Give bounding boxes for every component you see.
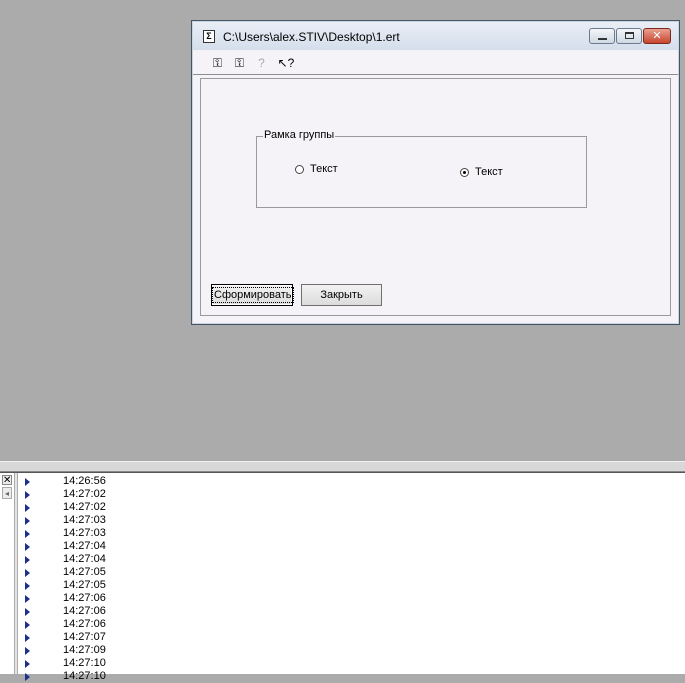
log-time: 14:27:06 <box>63 592 106 604</box>
help-page-icon[interactable]: ? <box>253 55 270 71</box>
log-time: 14:27:06 <box>63 605 106 617</box>
log-time: 14:27:06 <box>63 618 106 630</box>
log-row[interactable]: 14:27:07 <box>18 631 685 644</box>
radio-option-2[interactable]: Текст <box>460 166 503 178</box>
log-time: 14:27:02 <box>63 501 106 513</box>
log-row[interactable]: 14:27:06 <box>18 592 685 605</box>
log-row[interactable]: 14:27:04 <box>18 553 685 566</box>
log-time: 14:27:04 <box>63 540 106 552</box>
window-controls: ✕ <box>589 28 671 45</box>
row-arrow-icon <box>25 621 30 629</box>
log-scroll-left-icon[interactable]: ◂ <box>2 487 12 499</box>
log-row[interactable]: 14:27:06 <box>18 605 685 618</box>
radio-1-circle[interactable] <box>295 164 304 174</box>
minimize-icon <box>598 38 607 40</box>
close-icon: ✕ <box>652 30 662 42</box>
row-arrow-icon <box>25 647 30 655</box>
log-time: 14:27:02 <box>63 488 106 500</box>
report-window: Σ C:\Users\alex.STIV\Desktop\1.ert ✕ ⚿ ⚿… <box>191 20 680 325</box>
log-close-icon[interactable]: ✕ <box>2 475 12 486</box>
row-arrow-icon <box>25 595 30 603</box>
log-row[interactable]: 14:27:09 <box>18 644 685 657</box>
group-frame-label: Рамка группы <box>263 129 336 141</box>
log-row[interactable]: 14:27:02 <box>18 488 685 501</box>
row-arrow-icon <box>25 504 30 512</box>
group-frame: Рамка группы Текст Текст <box>256 129 587 208</box>
log-row[interactable]: 14:27:10 <box>18 670 685 683</box>
window-icon: Σ <box>203 30 215 43</box>
maximize-button[interactable] <box>616 28 642 44</box>
close-button[interactable]: Закрыть <box>301 284 382 306</box>
log-row[interactable]: 14:27:02 <box>18 501 685 514</box>
radio-2-label: Текст <box>475 166 503 178</box>
log-time: 14:27:05 <box>63 579 106 591</box>
log-time: 14:26:56 <box>63 475 106 487</box>
log-time: 14:27:05 <box>63 566 106 578</box>
log-row[interactable]: 14:27:04 <box>18 540 685 553</box>
log-list: 14:26:56 14:27:02 14:27:02 14:27:03 14:27:03… <box>18 475 685 683</box>
row-arrow-icon <box>25 582 30 590</box>
log-time: 14:27:09 <box>63 644 106 656</box>
close-window-button[interactable]: ✕ <box>643 28 671 44</box>
title-bar[interactable]: Σ C:\Users\alex.STIV\Desktop\1.ert ✕ <box>193 22 678 50</box>
generate-button[interactable]: Сформировать <box>211 284 294 306</box>
row-arrow-icon <box>25 569 30 577</box>
maximize-icon <box>625 32 634 39</box>
pointer-help-icon[interactable]: ↖? <box>276 55 296 71</box>
log-time: 14:27:03 <box>63 514 106 526</box>
row-arrow-icon <box>25 634 30 642</box>
radio-1-label: Текст <box>310 163 338 175</box>
log-time: 14:27:03 <box>63 527 106 539</box>
pane-splitter[interactable] <box>0 461 685 472</box>
ruler-lock-icon[interactable]: ⚿ <box>209 55 226 71</box>
row-arrow-icon <box>25 660 30 668</box>
row-arrow-icon <box>25 608 30 616</box>
toolbar: ⚿ ⚿ ? ↖? <box>193 50 678 75</box>
form-area: Рамка группы Текст Текст Сформировать За… <box>200 78 671 316</box>
radio-2-circle[interactable] <box>460 167 469 177</box>
ruler-lock-alt-icon[interactable]: ⚿ <box>231 55 248 71</box>
close-button-label: Закрыть <box>320 289 363 301</box>
log-row[interactable]: 14:27:05 <box>18 566 685 579</box>
row-arrow-icon <box>25 543 30 551</box>
log-time: 14:27:07 <box>63 631 106 643</box>
generate-button-label: Сформировать <box>212 287 294 303</box>
row-arrow-icon <box>25 491 30 499</box>
log-time: 14:27:04 <box>63 553 106 565</box>
log-row[interactable]: 14:27:06 <box>18 618 685 631</box>
row-arrow-icon <box>25 478 30 486</box>
row-arrow-icon <box>25 517 30 525</box>
log-pane: ✕ ◂ 14:26:56 14:27:02 14:27:02 14:27:03 14:2… <box>0 472 685 682</box>
row-arrow-icon <box>25 673 30 681</box>
log-time: 14:27:10 <box>63 670 106 682</box>
window-title: C:\Users\alex.STIV\Desktop\1.ert <box>223 30 400 44</box>
log-row[interactable]: 14:27:05 <box>18 579 685 592</box>
row-arrow-icon <box>25 556 30 564</box>
log-row[interactable]: 14:26:56 <box>18 475 685 488</box>
log-row[interactable]: 14:27:03 <box>18 514 685 527</box>
minimize-button[interactable] <box>589 28 615 44</box>
row-arrow-icon <box>25 530 30 538</box>
log-row[interactable]: 14:27:10 <box>18 657 685 670</box>
radio-option-1[interactable]: Текст <box>295 163 338 175</box>
log-row[interactable]: 14:27:03 <box>18 527 685 540</box>
log-time: 14:27:10 <box>63 657 106 669</box>
